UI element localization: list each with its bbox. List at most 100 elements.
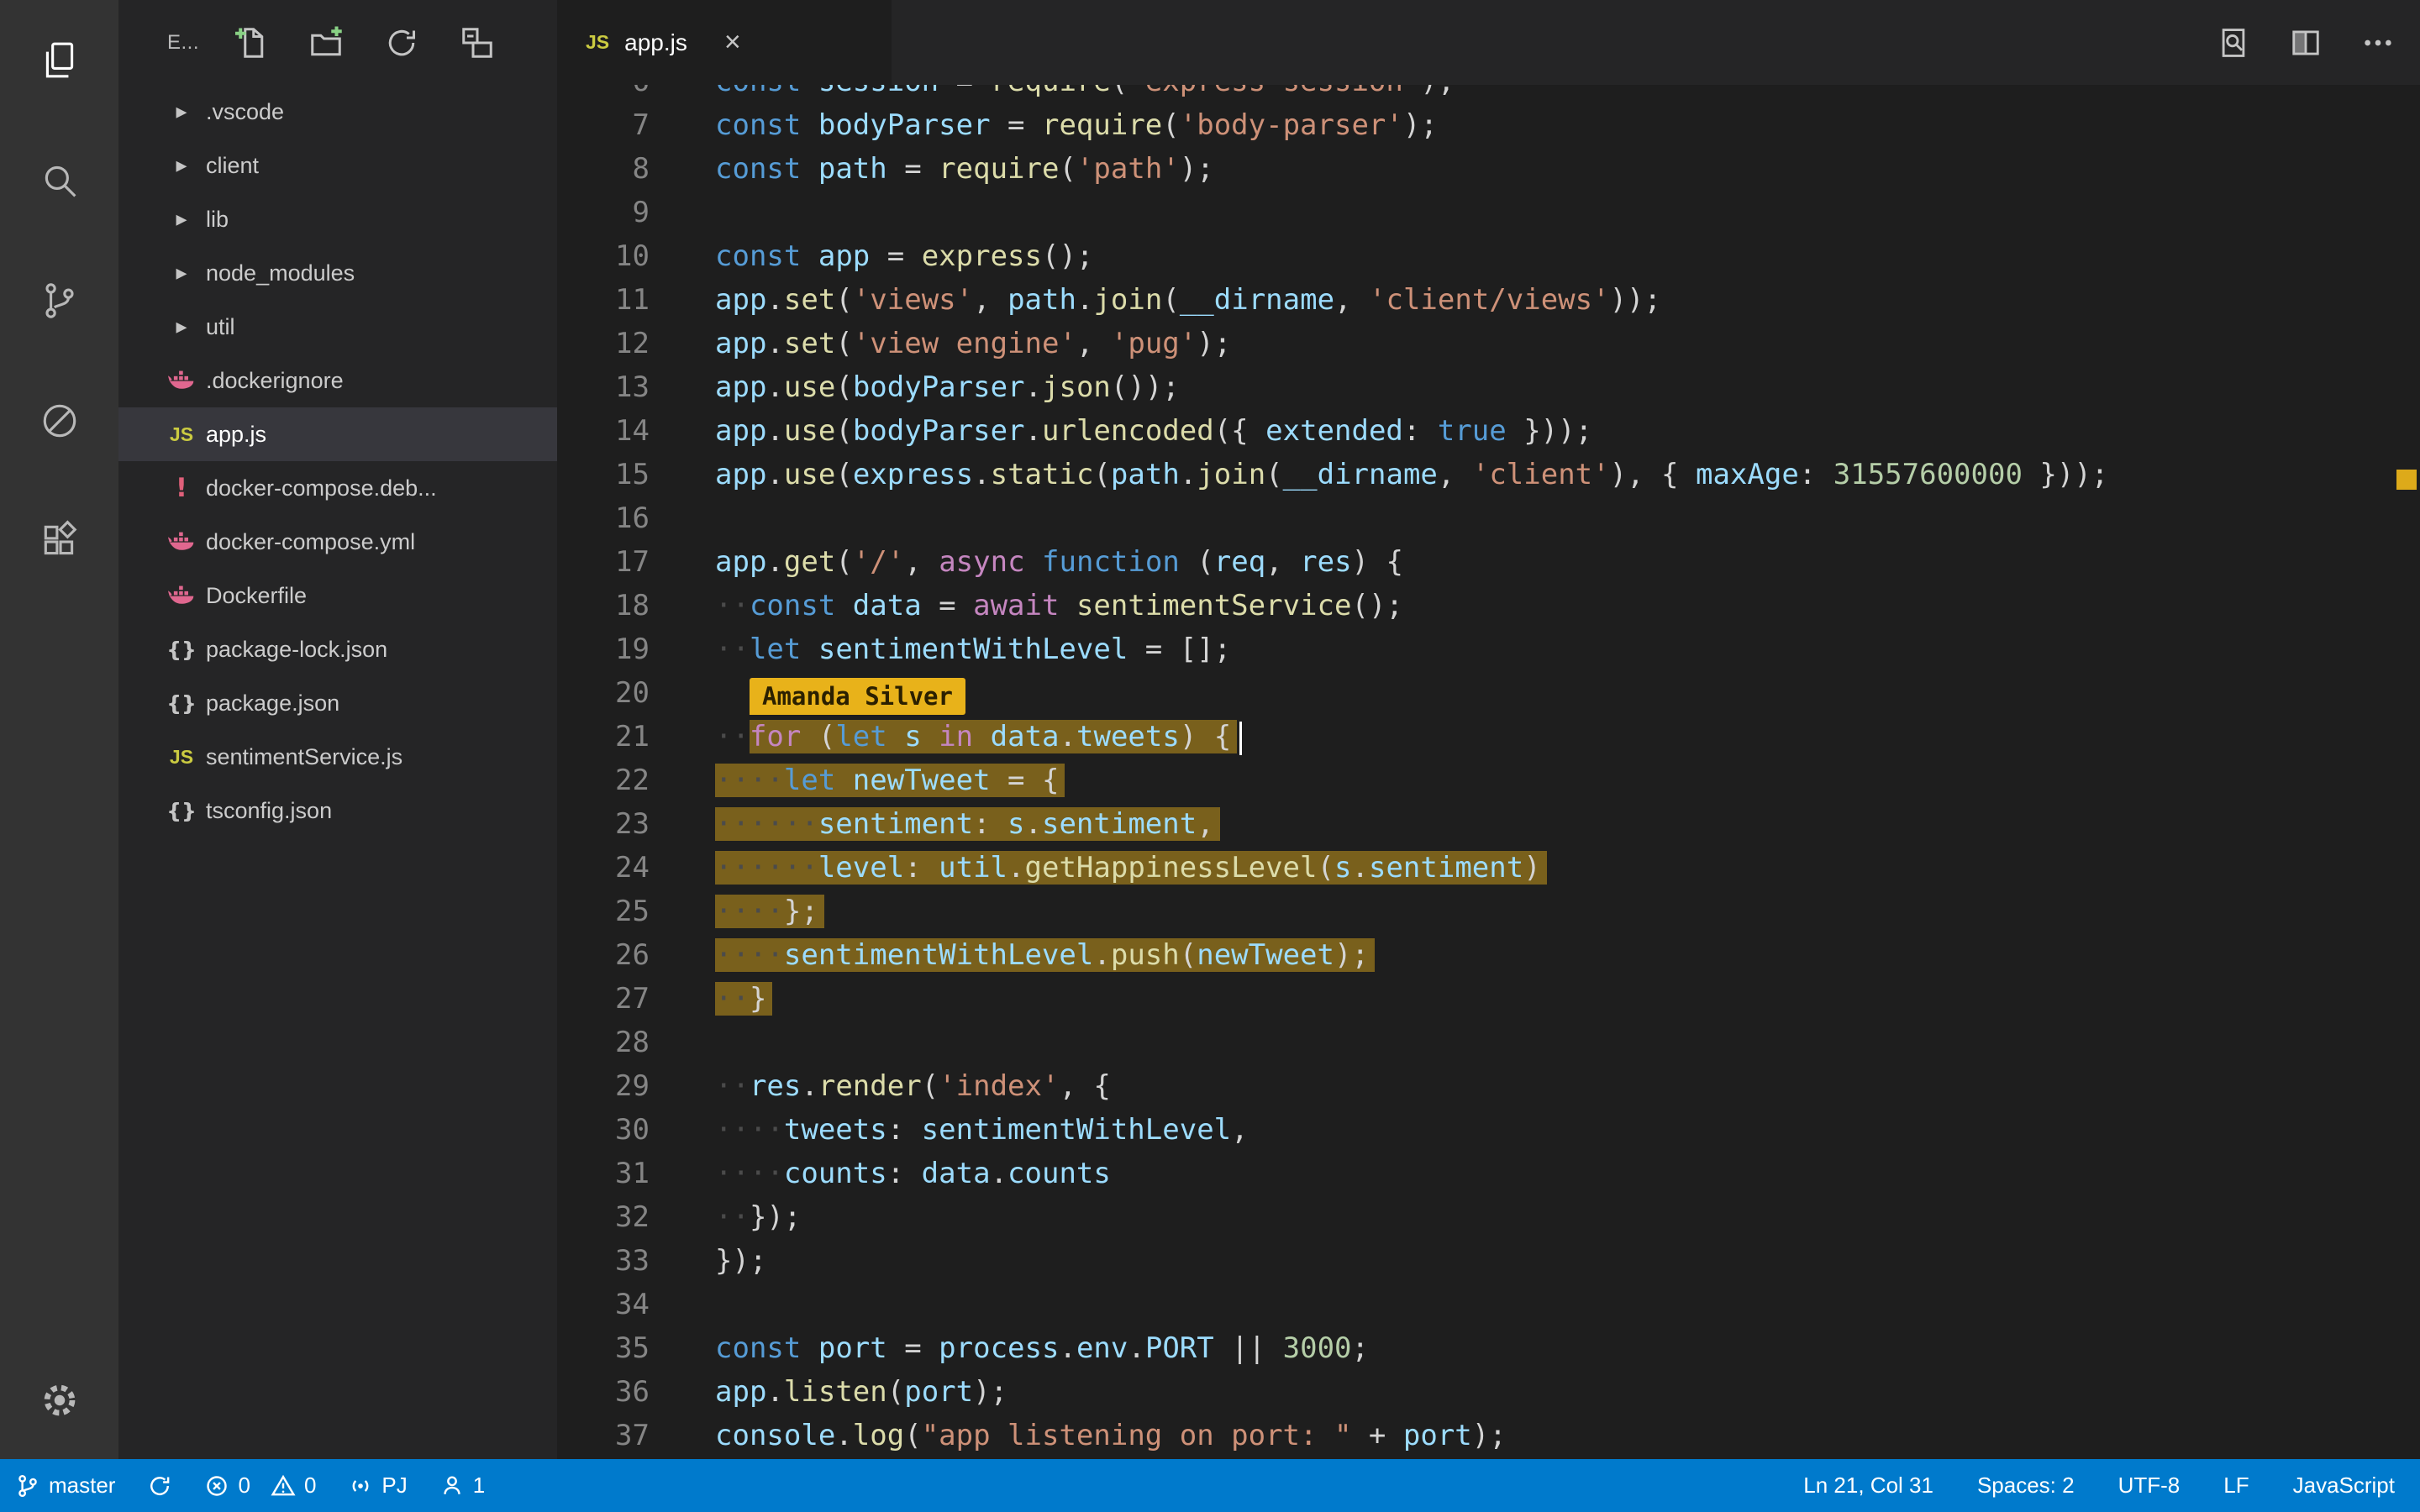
search-document-icon[interactable] <box>2217 26 2250 60</box>
chevron-icon: ▸ <box>162 314 201 339</box>
code-editor[interactable]: 6const session = require('express-sessio… <box>557 85 2420 1459</box>
file-tree-item[interactable]: {}tsconfig.json <box>118 784 557 837</box>
code-lines: 6const session = require('express-sessio… <box>557 85 2420 1457</box>
collapse-folders-icon[interactable] <box>460 25 495 60</box>
code-line[interactable]: 20Amanda Silver <box>557 671 2420 715</box>
indentation-setting[interactable]: Spaces: 2 <box>1977 1473 2075 1499</box>
js-file-icon: JS <box>586 31 609 54</box>
js-icon: JS <box>162 746 201 769</box>
file-tree-item[interactable]: JSapp.js <box>118 407 557 461</box>
cursor-position[interactable]: Ln 21, Col 31 <box>1803 1473 1933 1499</box>
file-tree-item[interactable]: docker-compose.yml <box>118 515 557 569</box>
close-icon[interactable]: × <box>724 26 741 59</box>
new-file-icon[interactable] <box>233 25 268 60</box>
source-control-icon[interactable] <box>0 240 118 360</box>
participant-selection-highlight: ······sentiment: s.sentiment, <box>715 807 1220 841</box>
code-line[interactable]: 33}); <box>557 1239 2420 1283</box>
code-line[interactable]: 9 <box>557 191 2420 234</box>
tab-app-js[interactable]: JS app.js × <box>557 0 892 85</box>
code-line[interactable]: 28 <box>557 1021 2420 1064</box>
line-number: 8 <box>557 147 650 191</box>
code-line[interactable]: 36app.listen(port); <box>557 1370 2420 1414</box>
code-line[interactable]: 23······sentiment: s.sentiment, <box>557 802 2420 846</box>
code-line[interactable]: 8const path = require('path'); <box>557 147 2420 191</box>
code-line[interactable]: 12app.set('view engine', 'pug'); <box>557 322 2420 365</box>
participants-status[interactable]: 1 <box>439 1473 485 1499</box>
files-icon[interactable] <box>0 0 118 120</box>
line-number: 9 <box>557 191 650 234</box>
encoding-setting[interactable]: UTF-8 <box>2118 1473 2181 1499</box>
code-line[interactable]: 19 ··let sentimentWithLevel = []; <box>557 627 2420 671</box>
file-tree-item[interactable]: ▸util <box>118 300 557 354</box>
json-icon: {} <box>162 691 201 716</box>
sync-icon <box>147 1473 172 1499</box>
code-line[interactable]: 35const port = process.env.PORT || 3000; <box>557 1326 2420 1370</box>
chevron-icon: ▸ <box>162 207 201 232</box>
file-tree-item[interactable]: Dockerfile <box>118 569 557 622</box>
code-line[interactable]: 30····tweets: sentimentWithLevel, <box>557 1108 2420 1152</box>
eol-setting[interactable]: LF <box>2223 1473 2249 1499</box>
code-line[interactable]: 31····counts: data.counts <box>557 1152 2420 1195</box>
new-folder-icon[interactable] <box>308 25 344 60</box>
git-branch-status[interactable]: master <box>15 1473 115 1499</box>
js-icon: JS <box>162 423 201 446</box>
editor-group: JS app.js × 6const session <box>557 0 2420 1459</box>
search-icon[interactable] <box>0 120 118 240</box>
code-line[interactable]: 15app.use(express.static(path.join(__dir… <box>557 453 2420 496</box>
file-tree-item[interactable]: ▸node_modules <box>118 246 557 300</box>
file-tree-item[interactable]: !docker-compose.deb... <box>118 461 557 515</box>
code-line[interactable]: 14app.use(bodyParser.urlencoded({ extend… <box>557 409 2420 453</box>
code-line[interactable]: 37console.log("app listening on port: " … <box>557 1414 2420 1457</box>
file-tree-item[interactable]: ▸.vscode <box>118 85 557 139</box>
line-number: 16 <box>557 496 650 540</box>
split-editor-icon[interactable] <box>2289 26 2323 60</box>
file-tree-item[interactable]: JSsentimentService.js <box>118 730 557 784</box>
problems-status[interactable]: 0 0 <box>204 1473 316 1499</box>
line-number: 19 <box>557 627 650 671</box>
code-line[interactable]: 29··res.render('index', { <box>557 1064 2420 1108</box>
code-line[interactable]: 32··}); <box>557 1195 2420 1239</box>
circle-slash-icon[interactable] <box>0 360 118 480</box>
code-line[interactable]: 22····let newTweet = { <box>557 759 2420 802</box>
file-name: docker-compose.yml <box>206 529 415 555</box>
line-number: 20 <box>557 671 650 715</box>
overview-ruler-marker[interactable] <box>2396 470 2417 490</box>
line-number: 27 <box>557 977 650 1021</box>
code-line[interactable]: 27··} <box>557 977 2420 1021</box>
live-share-session[interactable]: PJ <box>348 1473 407 1499</box>
file-tree-item[interactable]: .dockerignore <box>118 354 557 407</box>
more-actions-icon[interactable] <box>2361 26 2395 60</box>
line-number: 12 <box>557 322 650 365</box>
code-line[interactable]: 6const session = require('express-sessio… <box>557 85 2420 103</box>
file-tree-item[interactable]: ▸lib <box>118 192 557 246</box>
code-line[interactable]: 7const bodyParser = require('body-parser… <box>557 103 2420 147</box>
code-line[interactable]: 18··const data = await sentimentService(… <box>557 584 2420 627</box>
code-text: ··res.render('index', { <box>715 1064 1111 1108</box>
code-line[interactable]: 13app.use(bodyParser.json()); <box>557 365 2420 409</box>
language-mode[interactable]: JavaScript <box>2293 1473 2395 1499</box>
code-line[interactable]: 26····sentimentWithLevel.push(newTweet); <box>557 933 2420 977</box>
code-line[interactable]: 25····}; <box>557 890 2420 933</box>
refresh-explorer-icon[interactable] <box>384 25 419 60</box>
file-tree-item[interactable]: {}package-lock.json <box>118 622 557 676</box>
code-line[interactable]: 10const app = express(); <box>557 234 2420 278</box>
file-tree-item[interactable]: {}package.json <box>118 676 557 730</box>
code-text: const port = process.env.PORT || 3000; <box>715 1326 1369 1370</box>
chevron-icon: ▸ <box>162 153 201 178</box>
file-name: .dockerignore <box>206 368 344 394</box>
code-text: ··const data = await sentimentService(); <box>715 584 1403 627</box>
code-line[interactable]: 34 <box>557 1283 2420 1326</box>
sync-status[interactable] <box>147 1473 172 1499</box>
code-text: const app = express(); <box>715 234 1093 278</box>
file-tree-item[interactable]: ▸client <box>118 139 557 192</box>
code-line[interactable]: 11app.set('views', path.join(__dirname, … <box>557 278 2420 322</box>
code-text: ··let sentimentWithLevel = []; <box>715 627 1231 671</box>
code-line[interactable]: 24······level: util.getHappinessLevel(s.… <box>557 846 2420 890</box>
code-line[interactable]: 16 <box>557 496 2420 540</box>
code-text: ······sentiment: s.sentiment, <box>715 802 1220 846</box>
file-name: .vscode <box>206 99 284 125</box>
code-line[interactable]: 21··for (let s in data.tweets) { <box>557 715 2420 759</box>
extensions-icon[interactable] <box>0 480 118 601</box>
settings-gear-icon[interactable] <box>39 1379 81 1421</box>
code-line[interactable]: 17app.get('/', async function (req, res)… <box>557 540 2420 584</box>
